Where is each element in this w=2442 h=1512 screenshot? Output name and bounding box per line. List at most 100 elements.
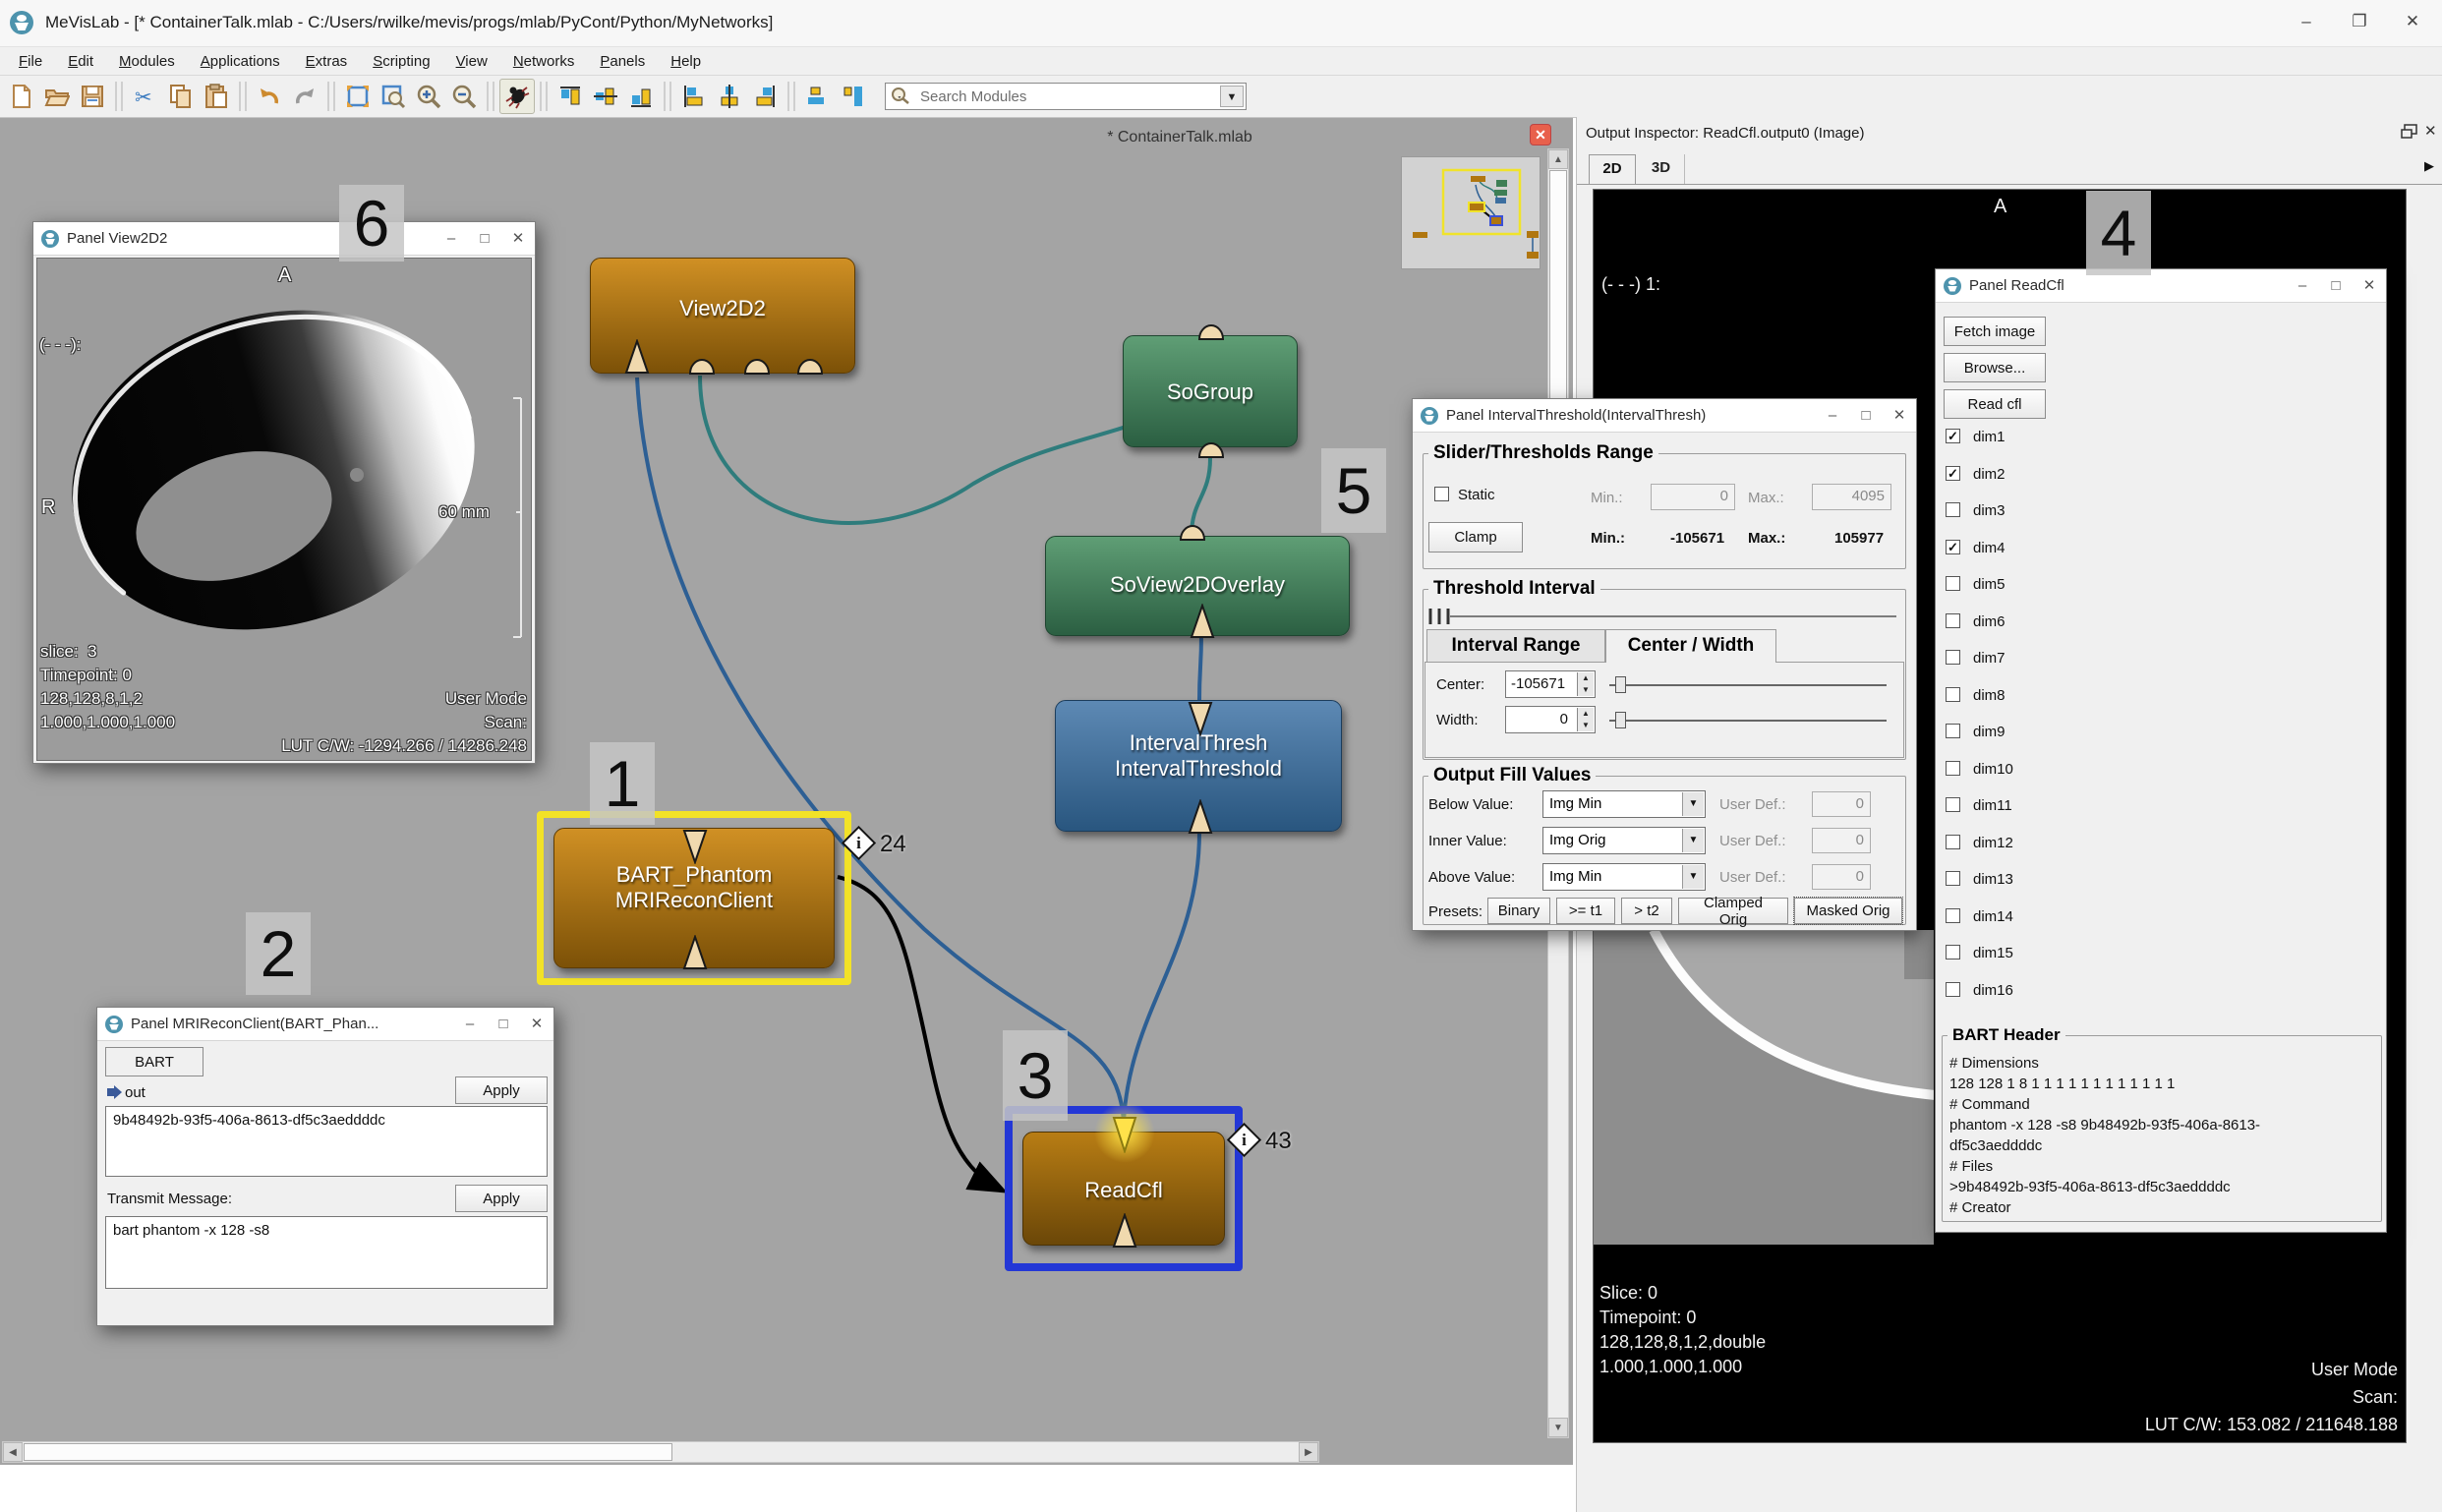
center-field[interactable]: -105671 ▲▼ [1505,670,1596,698]
transmit-message-field[interactable]: bart phantom -x 128 -s8 [105,1216,548,1289]
image-input-connector[interactable] [624,339,650,375]
menu-item[interactable]: Applications [188,47,293,76]
minimap[interactable] [1401,156,1541,269]
panel-minimize-button[interactable]: – [435,222,468,255]
userdef-field[interactable]: 0 [1812,791,1871,817]
panel-maximize-button[interactable]: □ [1849,399,1883,432]
width-slider-handle[interactable] [1615,712,1626,728]
window-minimize-button[interactable]: – [2281,0,2332,43]
search-modules-combo[interactable]: Search Modules ▼ [885,83,1247,110]
inventor-input-connector[interactable] [796,357,824,375]
align-top-button[interactable] [552,79,588,114]
dim-checkbox[interactable] [1946,835,1960,849]
userdef-field[interactable]: 0 [1812,864,1871,890]
menu-item[interactable]: Panels [587,47,658,76]
image-output-connector-highlighted[interactable] [1112,1116,1137,1153]
scroll-left-arrow[interactable]: ◀ [3,1442,23,1462]
apply-transmit-button[interactable]: Apply [455,1185,548,1212]
dim-checkbox[interactable] [1946,724,1960,738]
combo-arrow-icon[interactable] [1682,792,1704,816]
readcfl-action-button[interactable]: Read cfl [1944,389,2046,419]
align-hcenter-button[interactable] [712,79,747,114]
tab-center-width[interactable]: Center / Width [1605,629,1776,663]
scroll-right-arrow[interactable]: ▶ [1299,1442,1318,1462]
panel-close-button[interactable]: ✕ [1883,399,1916,432]
tab-bart[interactable]: BART [105,1047,204,1076]
scroll-up-arrow[interactable]: ▲ [1548,149,1568,169]
vscrollbar-thumb[interactable] [1549,170,1567,421]
preset-button[interactable]: Masked Orig [1794,898,1902,924]
window-close-button[interactable]: ✕ [2387,0,2438,43]
width-spinner[interactable]: ▲▼ [1577,708,1594,731]
image-input-connector[interactable] [1188,799,1213,835]
inventor-output-connector[interactable] [1197,322,1225,340]
search-dropdown-arrow[interactable]: ▼ [1220,86,1244,107]
panel-maximize-button[interactable]: □ [2319,269,2353,302]
fill-value-combo[interactable]: Img Orig [1542,827,1706,854]
node-bart-phantom[interactable]: BART_Phantom MRIReconClient [553,828,835,968]
image-input-connector[interactable] [1112,1213,1137,1249]
fill-value-combo[interactable]: Img Min [1542,790,1706,818]
panel-minimize-button[interactable]: – [453,1008,487,1040]
tab-3d[interactable]: 3D [1638,154,1685,184]
save-file-button[interactable] [75,79,110,114]
align-right-button[interactable] [747,79,783,114]
center-spinner[interactable]: ▲▼ [1577,672,1594,696]
fit-view-button[interactable] [340,79,376,114]
zoom-out-button[interactable] [446,79,482,114]
align-bottom-button[interactable] [623,79,659,114]
panel-minimize-button[interactable]: – [2286,269,2319,302]
copy-button[interactable] [163,79,199,114]
userdef-field[interactable]: 0 [1812,828,1871,853]
distribute-vertical-button[interactable] [836,79,871,114]
dim-checkbox[interactable] [1946,982,1960,997]
clamp-button[interactable]: Clamp [1428,522,1523,552]
distribute-horizontal-button[interactable] [800,79,836,114]
menu-item[interactable]: View [443,47,500,76]
image-output-connector[interactable] [682,829,708,864]
max-field-disabled[interactable]: 4095 [1812,484,1891,510]
combo-arrow-icon[interactable] [1682,865,1704,889]
center-slider-handle[interactable] [1615,676,1626,693]
dim-checkbox[interactable] [1946,466,1960,481]
inventor-input-connector[interactable] [1179,523,1206,541]
node-view2d2[interactable]: View2D2 [590,258,855,374]
width-slider-track[interactable] [1609,720,1887,722]
image-input-connector[interactable] [1190,604,1215,639]
preset-button[interactable]: Binary [1487,898,1550,924]
align-left-button[interactable] [676,79,712,114]
canvas-hscrollbar[interactable]: ◀ ▶ [2,1441,1319,1463]
fill-value-combo[interactable]: Img Min [1542,863,1706,891]
out-field[interactable]: 9b48492b-93f5-406a-8613-df5c3aeddddc [105,1106,548,1177]
readcfl-action-button[interactable]: Browse... [1944,353,2046,382]
network-close-button[interactable]: ✕ [1530,124,1551,145]
image-input-connector[interactable] [682,935,708,970]
cut-button[interactable]: ✂ [128,79,163,114]
node-readcfl[interactable]: ReadCfl [1022,1132,1225,1246]
panel-titlebar[interactable]: Panel IntervalThreshold(IntervalThresh) … [1413,399,1916,433]
min-field-disabled[interactable]: 0 [1651,484,1735,510]
inspector-close-icon[interactable]: ✕ [2424,122,2437,140]
hscrollbar-thumb[interactable] [24,1443,672,1461]
float-panel-icon[interactable] [2401,124,2418,140]
undo-button[interactable] [252,79,287,114]
debug-bug-button[interactable] [499,79,535,114]
readcfl-action-button[interactable]: Fetch image [1944,317,2046,346]
panel-titlebar[interactable]: Panel View2D2 – □ ✕ [33,222,535,256]
preset-button[interactable]: >= t1 [1556,898,1615,924]
dim-checkbox[interactable] [1946,797,1960,812]
panel-minimize-button[interactable]: – [1816,399,1849,432]
dim-checkbox[interactable] [1946,502,1960,517]
apply-out-button[interactable]: Apply [455,1076,548,1104]
panel-titlebar[interactable]: Panel MRIReconClient(BART_Phan... – □ ✕ [97,1008,553,1041]
inventor-output-connector[interactable] [1197,440,1225,458]
redo-button[interactable] [287,79,322,114]
dim-checkbox[interactable] [1946,871,1960,886]
combo-arrow-icon[interactable] [1682,829,1704,852]
dim-checkbox[interactable] [1946,576,1960,591]
preset-button[interactable]: Clamped Orig [1678,898,1788,924]
dim-checkbox[interactable] [1946,650,1960,665]
node-intervalthresh[interactable]: IntervalThresh IntervalThreshold [1055,700,1342,832]
static-checkbox[interactable] [1434,487,1449,501]
center-slider-track[interactable] [1609,684,1887,686]
